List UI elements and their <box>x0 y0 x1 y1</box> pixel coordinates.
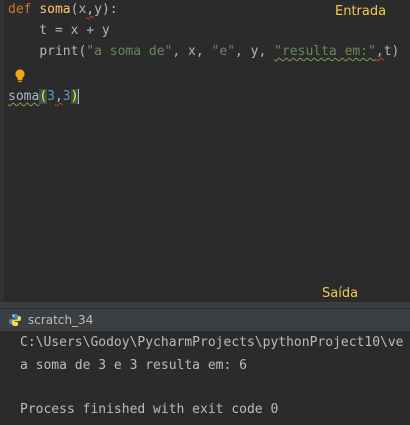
bracket-highlight: ( <box>39 89 48 104</box>
bracket-highlight: ) <box>70 89 79 104</box>
python-icon <box>9 314 21 326</box>
code-line-3[interactable]: print("a soma de", x, "e", y, "resulta e… <box>8 43 399 61</box>
lightbulb-icon[interactable] <box>14 69 26 83</box>
code-line-1[interactable]: def soma(x,y): <box>8 1 118 19</box>
run-tab-label: scratch_34 <box>28 313 94 327</box>
code-line-2[interactable]: t = x + y <box>8 22 109 40</box>
code-line-4[interactable]: soma(3,3) <box>8 88 80 106</box>
string-literal: "resulta em:" <box>274 44 376 59</box>
function-name: soma <box>39 2 71 17</box>
editor-gutter <box>0 0 4 302</box>
function-call: soma <box>8 89 40 104</box>
code-editor[interactable]: def soma(x,y): t = x + y print("a soma d… <box>0 0 410 302</box>
print-call: print <box>39 44 79 59</box>
output-annotation: Saída <box>322 286 359 301</box>
console-exit-line: Process finished with exit code 0 <box>20 402 279 417</box>
console-output-line: a soma de 3 e 3 resulta em: 6 <box>20 358 247 373</box>
keyword-def: def <box>8 2 32 17</box>
string-literal: "e" <box>211 44 235 59</box>
string-literal: "a soma de" <box>86 44 173 59</box>
run-tool-window-header: scratch_34 <box>0 308 410 332</box>
console-command-line: C:\Users\Godoy\PycharmProjects\pythonPro… <box>20 335 404 350</box>
run-tab[interactable]: scratch_34 <box>8 311 93 329</box>
run-console[interactable]: C:\Users\Godoy\PycharmProjects\pythonPro… <box>0 331 410 425</box>
input-annotation: Entrada <box>335 4 387 19</box>
text-caret <box>78 89 80 104</box>
